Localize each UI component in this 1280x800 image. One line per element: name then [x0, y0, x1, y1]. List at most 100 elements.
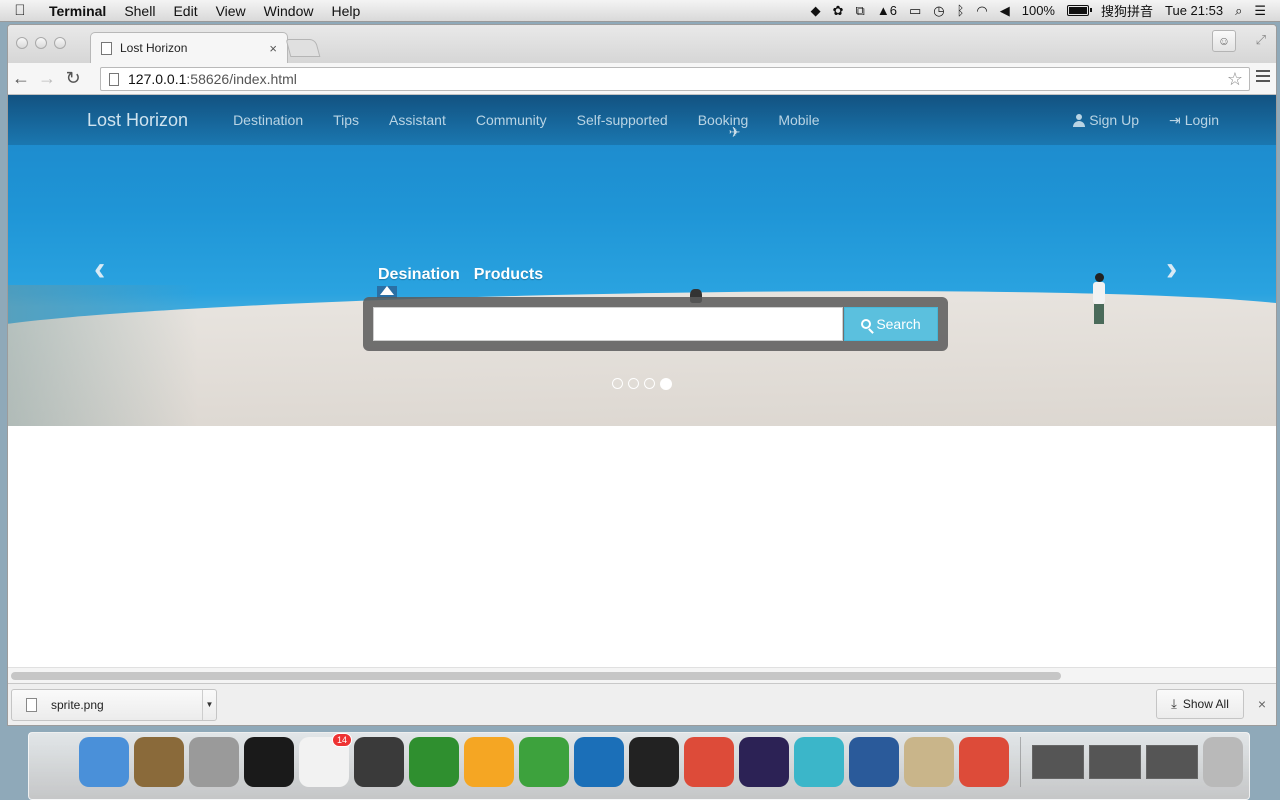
reload-button[interactable]: ↻ — [60, 68, 86, 89]
person-standing — [1091, 273, 1107, 329]
browser-menu-icon[interactable] — [1256, 70, 1270, 85]
minimize-window-button[interactable] — [35, 37, 47, 49]
nav-destination[interactable]: Destination — [218, 112, 318, 128]
airplane-icon: ✈ — [728, 124, 741, 140]
page-viewport: Lost Horizon Destination Tips Assistant … — [8, 95, 1276, 667]
url-host: 127.0.0.1 — [128, 71, 187, 87]
browser-tab[interactable]: Lost Horizon × — [90, 32, 288, 63]
chrome-icon-2[interactable] — [959, 737, 1009, 787]
forward-button[interactable]: → — [34, 68, 60, 89]
weibo-icon[interactable] — [464, 737, 514, 787]
memory-status-icon[interactable]: ▭ — [909, 4, 921, 17]
carousel-dot-2[interactable] — [628, 378, 639, 389]
login-link[interactable]: ⇥ Login — [1169, 112, 1219, 129]
notification-center-icon[interactable]: ☰ — [1254, 4, 1266, 17]
input-method[interactable]: 搜狗拼音 — [1101, 1, 1153, 20]
clock[interactable]: Tue 21:53 — [1165, 3, 1223, 18]
qq-icon[interactable] — [629, 737, 679, 787]
site-brand[interactable]: Lost Horizon — [87, 110, 188, 131]
vim-icon[interactable] — [409, 737, 459, 787]
auth-links: Sign Up ⇥ Login — [1073, 112, 1219, 129]
screen-recorder-icon[interactable] — [794, 737, 844, 787]
chrome-icon[interactable] — [684, 737, 734, 787]
nav-self-supported[interactable]: Self-supported — [562, 112, 683, 128]
login-label: Login — [1184, 112, 1219, 128]
menu-app-terminal[interactable]: Terminal — [40, 3, 115, 19]
search-button[interactable]: Search — [844, 307, 938, 341]
new-tab-button[interactable] — [285, 39, 321, 57]
sign-up-link[interactable]: Sign Up — [1073, 112, 1139, 129]
menu-shell[interactable]: Shell — [115, 3, 164, 19]
site-navbar: Lost Horizon Destination Tips Assistant … — [8, 95, 1276, 145]
menu-window[interactable]: Window — [255, 3, 323, 19]
search-tab-products[interactable]: Products — [474, 266, 543, 284]
download-shelf: sprite.png ▼ ⤓ Show All × — [8, 683, 1276, 725]
bluetooth-icon[interactable]: ᛒ — [957, 4, 965, 17]
menu-bar:  Terminal Shell Edit View Window Help ◆… — [0, 0, 1280, 22]
tab-close-icon[interactable]: × — [269, 41, 277, 56]
minimized-window-2[interactable] — [1089, 745, 1141, 779]
close-download-shelf-icon[interactable]: × — [1258, 696, 1266, 712]
menu-view[interactable]: View — [207, 3, 255, 19]
quicktime-icon[interactable] — [849, 737, 899, 787]
spotlight-icon[interactable]: ⌕ — [1235, 4, 1242, 17]
horizontal-scrollbar[interactable] — [8, 667, 1276, 683]
bookmark-star-icon[interactable]: ☆ — [1227, 69, 1243, 90]
minimized-window-3[interactable] — [1146, 745, 1198, 779]
finder-icon[interactable] — [79, 737, 129, 787]
adobe-status-icon[interactable]: ▲6 — [877, 4, 897, 17]
adobe-badge: 6 — [889, 3, 897, 18]
nav-tips[interactable]: Tips — [318, 112, 374, 128]
menu-edit[interactable]: Edit — [164, 3, 206, 19]
nav-community[interactable]: Community — [461, 112, 562, 128]
volume-icon[interactable]: ◀ — [1000, 4, 1010, 17]
battery-icon[interactable] — [1066, 5, 1092, 16]
terminal-icon[interactable] — [244, 737, 294, 787]
search-tab-destination[interactable]: Desination — [378, 266, 460, 284]
search-input[interactable] — [373, 307, 843, 341]
calculator-icon[interactable] — [189, 737, 239, 787]
show-all-button[interactable]: ⤓ Show All — [1156, 689, 1244, 719]
battery-percent[interactable]: 100% — [1022, 3, 1055, 18]
evernote-status-icon[interactable]: ◆ — [811, 4, 821, 17]
show-all-label: Show All — [1182, 697, 1229, 711]
fullscreen-icon[interactable]: ⤢ — [1256, 32, 1266, 48]
download-item[interactable]: sprite.png ▼ — [11, 689, 217, 721]
time-machine-icon[interactable]: ◷ — [933, 4, 944, 17]
trash-icon[interactable] — [1203, 737, 1243, 787]
zoom-window-button[interactable] — [54, 37, 66, 49]
nav-mobile[interactable]: Mobile — [763, 112, 834, 128]
image-capture-icon[interactable] — [134, 737, 184, 787]
tab-title: Lost Horizon — [120, 41, 188, 55]
reminders-icon[interactable]: 14 — [299, 733, 352, 787]
carousel-dot-3[interactable] — [644, 378, 655, 389]
address-bar[interactable]: 127.0.0.1 :58626/index.html ☆ — [100, 67, 1250, 91]
dropbox-status-icon[interactable]: ✿ — [833, 4, 844, 17]
tab-strip: Lost Horizon × ☺ ⤢ — [8, 25, 1276, 63]
brackets-icon[interactable] — [574, 737, 624, 787]
apple-icon[interactable]:  — [0, 2, 40, 19]
eclipse-icon[interactable] — [739, 737, 789, 787]
carousel-dot-1[interactable] — [612, 378, 623, 389]
close-window-button[interactable] — [16, 37, 28, 49]
nav-booking-item[interactable]: Booking ✈ — [683, 112, 764, 140]
page-icon — [101, 41, 112, 55]
chevron-down-icon[interactable]: ▼ — [202, 690, 216, 720]
wifi-icon[interactable]: ◠ — [976, 4, 987, 17]
nav-booking: Booking — [697, 112, 749, 128]
profile-button[interactable]: ☺ — [1212, 30, 1236, 52]
back-button[interactable]: ← — [8, 68, 34, 89]
menu-help[interactable]: Help — [322, 3, 369, 19]
preview-icon[interactable] — [904, 737, 954, 787]
evernote-icon[interactable] — [519, 737, 569, 787]
sublime-text-icon[interactable] — [354, 737, 404, 787]
carousel-prev-icon[interactable]: ‹ — [94, 250, 105, 289]
minimized-window-1[interactable] — [1032, 745, 1084, 779]
carousel-dot-4[interactable] — [660, 378, 672, 390]
reminders-badge: 14 — [331, 733, 352, 747]
carousel-next-icon[interactable]: › — [1166, 250, 1177, 289]
nav-assistant[interactable]: Assistant — [374, 112, 461, 128]
sign-up-label: Sign Up — [1089, 112, 1139, 128]
scrollbar-thumb[interactable] — [11, 672, 1061, 680]
copy-status-icon[interactable]: ⧉ — [856, 4, 865, 17]
